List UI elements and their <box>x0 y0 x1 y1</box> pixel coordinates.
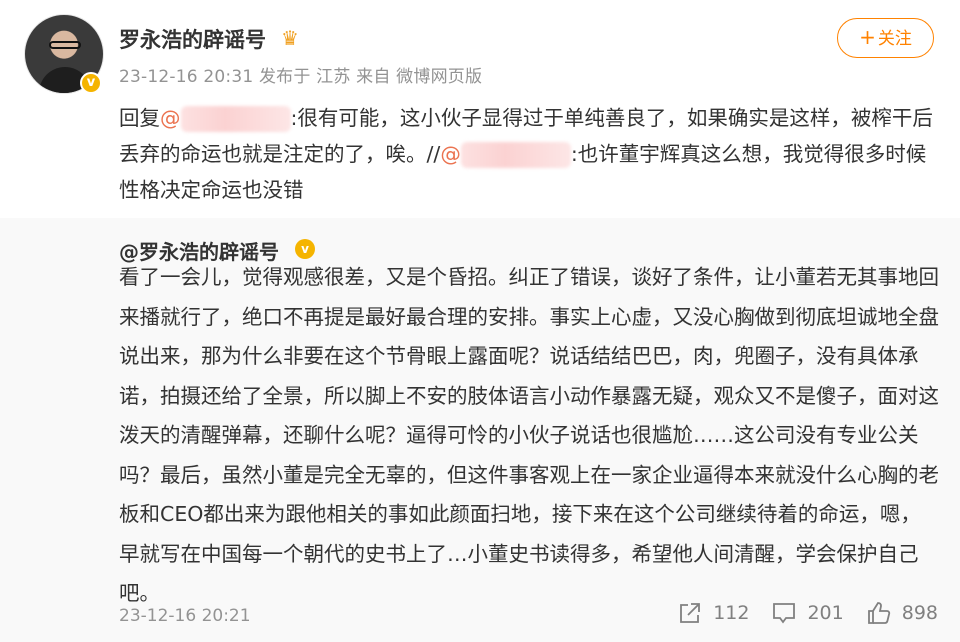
plus-icon: + <box>859 25 876 49</box>
comment-icon <box>773 603 796 624</box>
follow-label: 关注 <box>877 29 912 49</box>
like-icon <box>867 602 890 624</box>
crown-icon[interactable]: ♛ <box>281 26 299 50</box>
blurred-username-1 <box>180 106 291 132</box>
mention-link-1[interactable]: @ <box>160 106 291 132</box>
post-header: v 罗永浩的辟谣号 ♛ 23-12-16 20:31 发布于 江苏 来自 微博网… <box>0 0 960 100</box>
follow-button[interactable]: + 关注 <box>837 18 934 58</box>
avatar-glasses <box>49 41 81 49</box>
mention-at-1: @ <box>160 106 181 130</box>
share-icon <box>680 603 701 623</box>
mention-link-2[interactable]: @ <box>440 142 571 168</box>
repost-time[interactable]: 23-12-16 20:21 <box>119 606 251 626</box>
repost-card[interactable]: @罗永浩的辟谣号 v 看了一会儿，觉得观感很差，又是个昏招。纠正了错误，谈好了条… <box>0 218 960 642</box>
post-body: 回复@:很有可能，这小伙子显得过于单纯善良了，如果确实是这样，被榨干后丢弃的命运… <box>119 100 944 208</box>
share-count: 112 <box>713 602 750 624</box>
blurred-username-2 <box>460 142 571 168</box>
share-button[interactable]: 112 <box>677 600 749 626</box>
comment-button[interactable]: 201 <box>771 600 844 626</box>
like-button[interactable]: 898 <box>866 600 938 626</box>
comment-count: 201 <box>807 602 844 624</box>
action-bar: 112 201 898 <box>655 600 938 626</box>
verified-badge-icon: v <box>295 239 315 259</box>
reply-prefix: 回复 <box>119 106 160 130</box>
mention-at-2: @ <box>440 142 461 166</box>
author-name[interactable]: 罗永浩的辟谣号 <box>119 24 266 54</box>
verified-badge-icon: v <box>80 72 102 94</box>
like-count: 898 <box>901 602 938 624</box>
repost-text: 看了一会儿，觉得观感很差，又是个昏招。纠正了错误，谈好了条件，让小董若无其事地回… <box>119 265 939 605</box>
post-meta: 23-12-16 20:31 发布于 江苏 来自 微博网页版 <box>119 67 483 87</box>
